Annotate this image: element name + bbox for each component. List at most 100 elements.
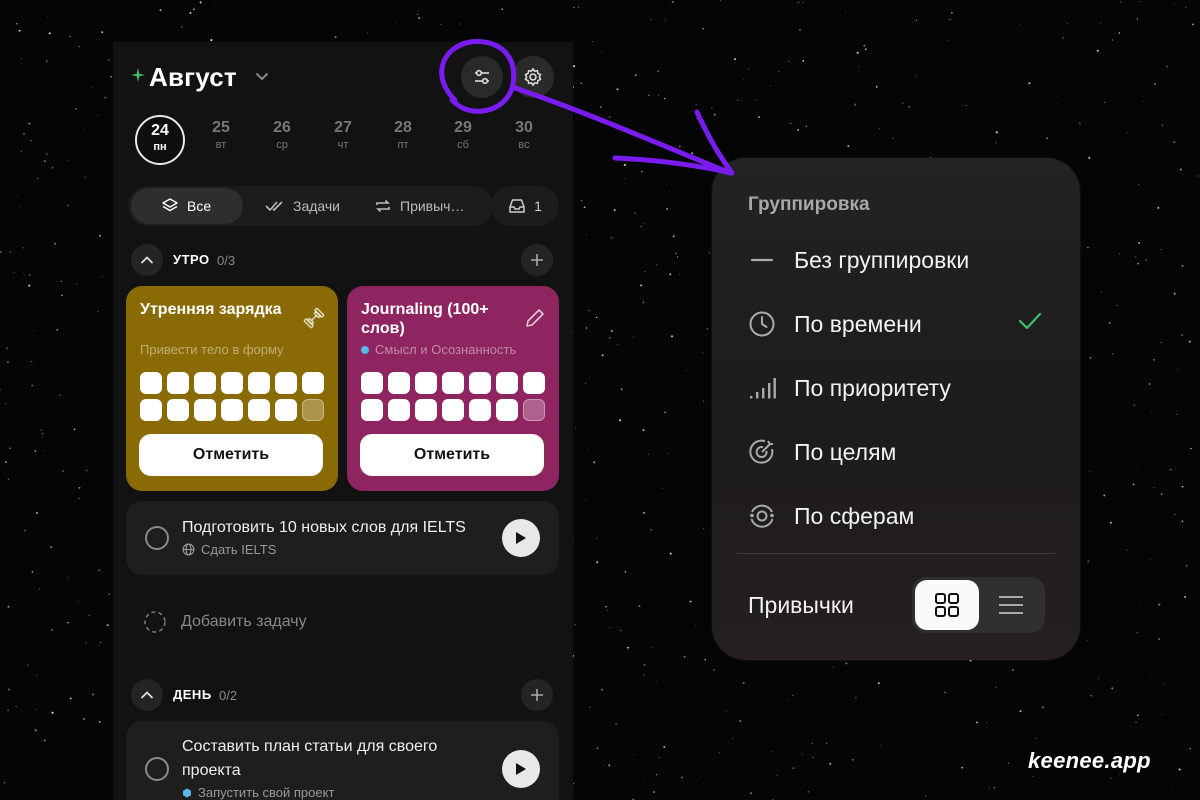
- day-item[interactable]: 30 вс: [499, 118, 549, 152]
- day-item[interactable]: 29 сб: [438, 118, 488, 152]
- habit-day-cell: [388, 372, 410, 394]
- collapse-button[interactable]: [131, 244, 163, 276]
- habit-day-cell: [221, 399, 243, 421]
- day-weekday: пт: [397, 139, 409, 151]
- tab-all-label: Все: [187, 198, 212, 214]
- grid-view-button[interactable]: [915, 580, 979, 630]
- inbox-count: 1: [534, 198, 542, 214]
- plus-icon: [531, 689, 543, 701]
- habit-day-cell: [248, 399, 270, 421]
- option-label: По целям: [794, 438, 897, 465]
- option-no-grouping[interactable]: Без группировки: [748, 244, 1048, 276]
- option-label: По сферам: [794, 502, 915, 529]
- day-weekday: вт: [215, 139, 227, 151]
- habit-day-cell: [442, 399, 464, 421]
- day-weekday: ср: [276, 139, 288, 151]
- sphere-icon: [750, 504, 774, 528]
- task-item[interactable]: Подготовить 10 новых слов для IELTS Сдат…: [126, 501, 559, 575]
- day-item[interactable]: 28 пт: [378, 118, 428, 152]
- habit-day-cell: [167, 399, 189, 421]
- tab-tasks-label: Задачи: [293, 198, 341, 214]
- filter-button[interactable]: [461, 56, 503, 98]
- task-goal: Запустить свой проект: [182, 785, 334, 800]
- day-number: 30: [515, 119, 533, 136]
- habit-day-cell: [167, 372, 189, 394]
- task-checkbox[interactable]: [145, 757, 169, 781]
- add-task-label: Добавить задачу: [181, 613, 307, 630]
- mark-button[interactable]: Отметить: [360, 434, 544, 476]
- task-item[interactable]: Составить план статьи для своего проекта…: [126, 721, 559, 800]
- section-count: 0/2: [219, 688, 238, 703]
- gear-icon: [524, 68, 542, 86]
- habit-card[interactable]: Утренняя зарядка Привести тело в форму О…: [126, 286, 338, 491]
- chevron-down-icon[interactable]: [255, 72, 269, 82]
- option-by-goals[interactable]: По целям: [748, 436, 1048, 468]
- habit-day-cell: [275, 399, 297, 421]
- grouping-popover: Группировка Без группировки По времени П…: [712, 158, 1080, 660]
- task-checkbox[interactable]: [145, 526, 169, 550]
- habit-day-cell: [221, 372, 243, 394]
- habit-card[interactable]: Journaling (100+ слов) Смысл и Осознанно…: [347, 286, 559, 491]
- habit-day-cell: [415, 399, 437, 421]
- habit-day-cell: [194, 399, 216, 421]
- habit-day-cell: [469, 399, 491, 421]
- chevron-up-icon: [141, 256, 153, 264]
- inbox-icon: [509, 199, 525, 213]
- task-goal-label: Сдать IELTS: [201, 542, 277, 557]
- list-view-button[interactable]: [980, 580, 1042, 630]
- habits-view-label: Привычки: [748, 592, 854, 618]
- day-number: 28: [394, 119, 412, 136]
- option-by-priority[interactable]: По приоритету: [748, 372, 1048, 404]
- dashed-circle-icon: [144, 611, 166, 633]
- start-timer-button[interactable]: [502, 750, 540, 788]
- app-header: Август: [113, 42, 573, 114]
- day-item[interactable]: 25 вт: [196, 118, 246, 152]
- month-title[interactable]: Август: [149, 62, 237, 93]
- collapse-button[interactable]: [131, 679, 163, 711]
- habit-name: Journaling (100+ слов): [361, 301, 489, 337]
- add-task-button[interactable]: Добавить задачу: [143, 610, 307, 634]
- day-item-selected[interactable]: 24 пн: [135, 115, 185, 165]
- day-number: 29: [454, 119, 472, 136]
- week-strip: 24 пн 25 вт 26 ср 27 чт 28 пт 29 сб 30 вс: [113, 115, 573, 168]
- habit-day-cell: [140, 399, 162, 421]
- target-icon: [749, 439, 774, 464]
- mark-button[interactable]: Отметить: [139, 434, 323, 476]
- habit-day-cell: [523, 399, 545, 421]
- add-button[interactable]: [521, 679, 553, 711]
- habit-name: Утренняя зарядка: [140, 301, 282, 318]
- tab-all[interactable]: Все: [131, 188, 243, 224]
- habit-subtitle: Привести тело в форму: [140, 342, 284, 357]
- day-weekday: сб: [457, 139, 469, 151]
- habit-day-cell: [194, 372, 216, 394]
- option-by-time[interactable]: По времени: [748, 308, 1048, 340]
- day-item[interactable]: 26 ср: [257, 118, 307, 152]
- habits-view-toggle: [912, 577, 1045, 633]
- habit-day-cell: [442, 372, 464, 394]
- start-timer-button[interactable]: [502, 519, 540, 557]
- play-icon: [516, 763, 526, 775]
- clock-icon: [749, 311, 775, 337]
- globe-icon: [182, 543, 195, 556]
- habit-day-cell: [140, 372, 162, 394]
- task-goal-label: Запустить свой проект: [198, 785, 335, 800]
- tab-tasks[interactable]: Задачи: [265, 186, 340, 226]
- day-item[interactable]: 27 чт: [318, 118, 368, 152]
- day-number: 27: [334, 119, 352, 136]
- option-by-spheres[interactable]: По сферам: [748, 500, 1048, 532]
- add-button[interactable]: [521, 244, 553, 276]
- settings-button[interactable]: [512, 56, 554, 98]
- task-goal: Сдать IELTS: [182, 542, 276, 557]
- double-check-icon: [265, 201, 283, 212]
- plus-icon: [531, 254, 543, 266]
- app-screen: Август 24 пн 25 вт 26 ср 27 чт 28 пт 29 сб 30 в…: [113, 42, 573, 800]
- habit-subtitle: Смысл и Осознанность: [361, 342, 516, 357]
- chevron-up-icon: [141, 691, 153, 699]
- day-number: 24: [151, 122, 169, 139]
- section-title: ДЕНЬ: [173, 687, 212, 702]
- inbox-button[interactable]: 1: [491, 186, 559, 226]
- habit-day-cell: [523, 372, 545, 394]
- section-count: 0/3: [217, 253, 236, 268]
- tab-habits[interactable]: Привыч…: [374, 186, 464, 226]
- dumbbell-icon: [303, 307, 325, 329]
